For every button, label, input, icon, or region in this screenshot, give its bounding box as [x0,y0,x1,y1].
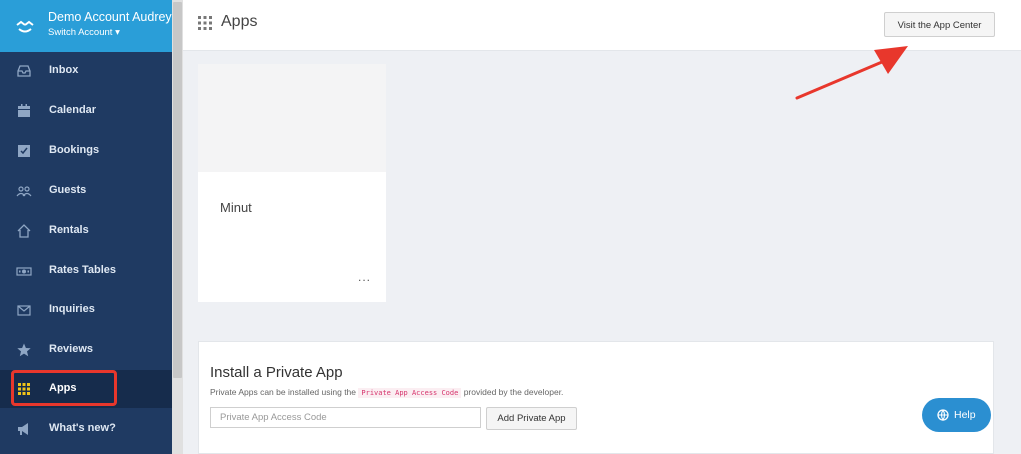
sidebar-item-inbox[interactable]: Inbox [0,52,172,90]
envelope-icon [17,305,31,316]
sidebar: Demo Account Audrey Switch Account ▾ Inb… [0,0,172,454]
inbox-icon [17,65,31,77]
sidebar-item-label: Bookings [49,144,100,156]
home-icon [17,224,31,238]
star-icon [17,343,31,357]
bookings-icon [18,145,30,157]
sidebar-item-label: Guests [49,184,87,196]
private-app-panel: Install a Private App Private Apps can b… [198,341,994,454]
visit-app-center-button[interactable]: Visit the App Center [884,12,995,37]
switch-account-link[interactable]: Switch Account ▾ [48,27,120,38]
sidebar-item-rentals[interactable]: Rentals [0,212,172,250]
sidebar-item-rates-tables[interactable]: Rates Tables [0,252,172,290]
logo-icon [16,20,34,33]
sidebar-item-bookings[interactable]: Bookings [0,132,172,170]
app-name: Minut [220,200,252,215]
help-globe-icon [937,409,949,421]
app-thumbnail [198,64,386,172]
private-app-description: Private Apps can be installed using the … [210,387,564,398]
sidebar-item-label: Calendar [49,104,97,116]
sidebar-item-label: Inbox [49,64,79,76]
sidebar-item-whats-new[interactable]: What's new? [0,410,172,448]
desc-text-before: Private Apps can be installed using the [210,387,357,397]
help-label: Help [954,409,976,421]
megaphone-icon [18,423,28,435]
app-card-minut[interactable]: Minut ... [198,64,386,302]
sidebar-scrollbar[interactable] [172,0,183,454]
account-name: Demo Account Audrey [48,10,172,24]
sidebar-item-label: Inquiries [49,303,95,315]
sidebar-item-calendar[interactable]: Calendar [0,92,172,130]
access-code-label: Private App Access Code [358,388,462,398]
help-button[interactable]: Help [922,398,991,432]
private-app-heading: Install a Private App [210,364,343,381]
sidebar-item-label: Rentals [49,224,89,236]
apps-grid-icon [198,16,212,30]
sidebar-item-reviews[interactable]: Reviews [0,331,172,369]
account-switcher[interactable]: Demo Account Audrey Switch Account ▾ [0,0,172,52]
apps-highlight-box [11,370,117,406]
page-title: Apps [221,13,258,30]
app-options-icon[interactable]: ... [358,270,371,284]
switch-account-label: Switch Account [48,27,113,38]
sidebar-item-inquiries[interactable]: Inquiries [0,291,172,329]
private-app-code-input[interactable] [210,407,481,428]
add-private-app-button[interactable]: Add Private App [486,407,577,430]
guests-icon [16,186,32,197]
scrollbar-thumb[interactable] [173,2,182,378]
calendar-icon [18,104,30,117]
sidebar-item-guests[interactable]: Guests [0,172,172,210]
rates-icon [16,267,32,276]
sidebar-item-label: Rates Tables [49,264,117,276]
sidebar-item-label: What's new? [49,422,116,434]
caret-down-icon: ▾ [115,27,120,38]
annotation-arrow [795,46,908,100]
desc-text-after: provided by the developer. [463,387,564,397]
sidebar-item-label: Reviews [49,343,94,355]
